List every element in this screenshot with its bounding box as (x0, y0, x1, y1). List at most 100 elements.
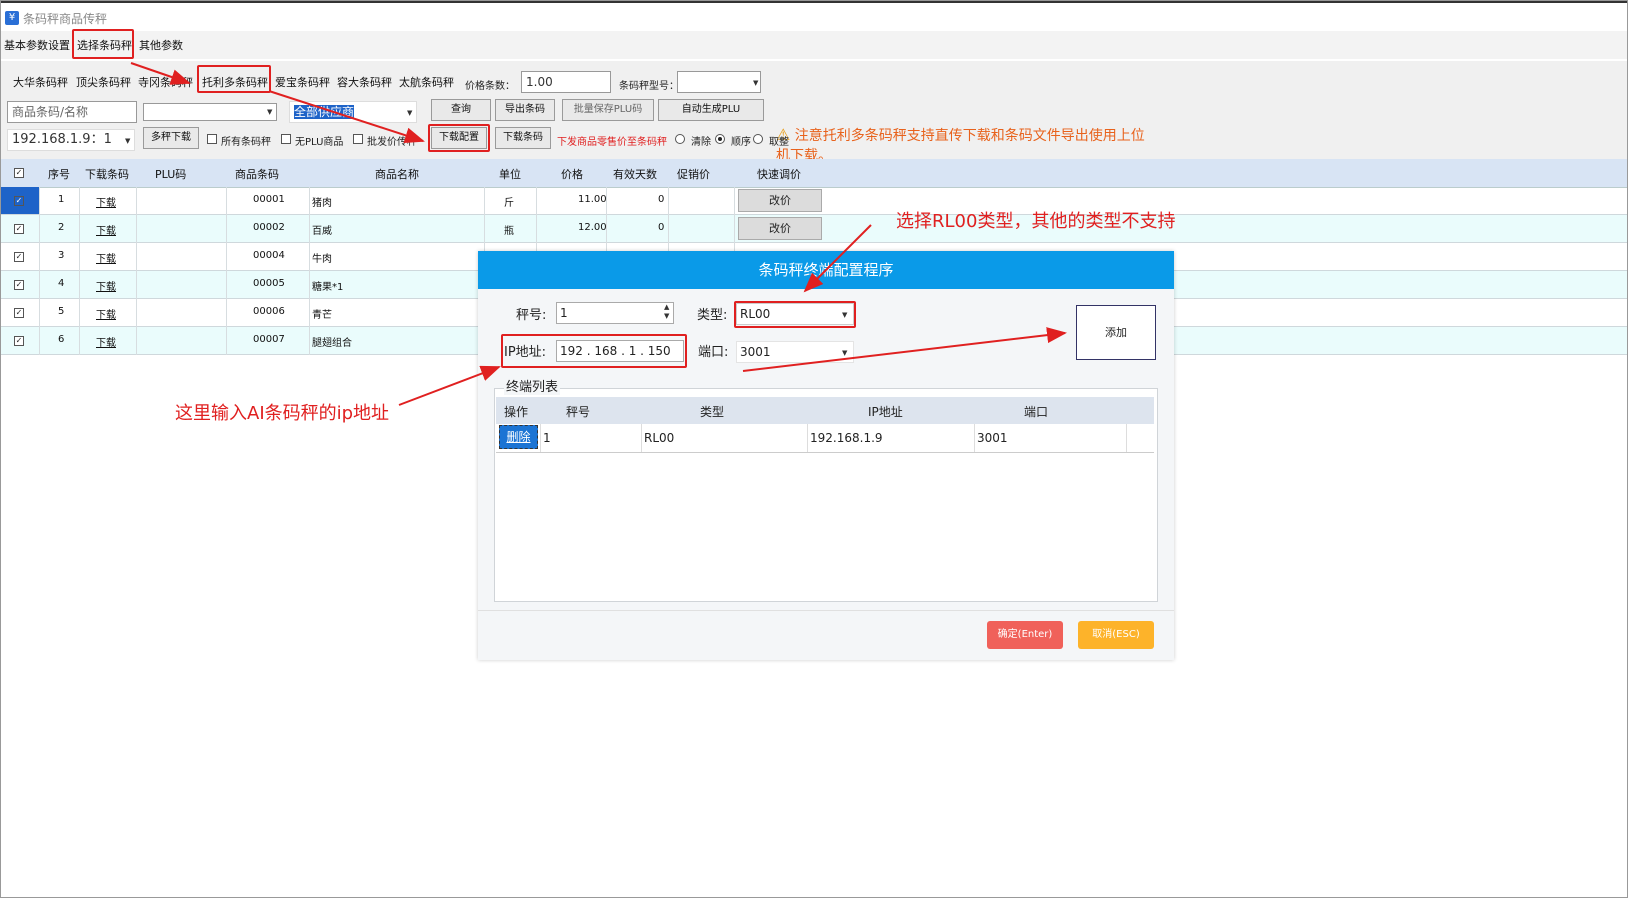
row-checkbox[interactable]: ✓ (14, 336, 24, 346)
tab-other-params[interactable]: 其他参数 (139, 37, 183, 53)
download-link[interactable]: 下载 (96, 334, 116, 349)
ip-hint-annotation: 这里输入AI条码秤的ip地址 (175, 403, 390, 424)
tab-dingjian-scale[interactable]: 顶尖条码秤 (76, 74, 131, 90)
stepper-down-icon[interactable]: ▼ (664, 312, 669, 320)
scale-no-input[interactable]: 1 (556, 302, 674, 324)
row-checkbox[interactable]: ✓ (14, 280, 24, 290)
price-digits-label: 价格条数： (465, 81, 515, 92)
col-type: 类型 (700, 405, 725, 419)
col-port: 端口 (1024, 405, 1049, 419)
query-button[interactable]: 查询 (431, 99, 491, 121)
download-link[interactable]: 下载 (96, 250, 116, 265)
grid-divider (136, 187, 137, 355)
download-link[interactable]: 下载 (96, 194, 116, 209)
row-no: 2 (58, 222, 65, 233)
tab-aibao-scale[interactable]: 爱宝条码秤 (275, 74, 330, 90)
type-hint-annotation: 选择RL00类型，其他的类型不支持 (896, 211, 1176, 232)
row-divider (641, 424, 642, 452)
row-barcode: 00004 (253, 250, 285, 261)
scale-no-label: 秤号: (516, 308, 547, 323)
highlight-type-select (734, 301, 856, 328)
price-digits-input[interactable]: 1.00 (521, 71, 611, 93)
title-bar: ¥ 条码秤商品传秤 (1, 1, 1627, 31)
order-radio[interactable] (715, 134, 725, 144)
wholesale-scale-checkbox[interactable] (353, 134, 363, 144)
row-checkbox[interactable]: ✓ (14, 224, 24, 234)
change-price-button[interactable]: 改价 (738, 189, 822, 212)
clear-label: 清除 (691, 137, 711, 148)
tab-basic-settings[interactable]: 基本参数设置 (4, 37, 70, 53)
scale-ip-select[interactable]: 192.168.1.9：1 (7, 129, 135, 151)
select-all-checkbox[interactable]: ✓ (14, 168, 24, 178)
supplier-select[interactable]: 全部供应商 (289, 101, 417, 123)
search-input[interactable]: 商品条码/名称 (7, 101, 137, 123)
terminal-row: 删除 1 RL00 192.168.1.9 3001 (496, 424, 1154, 453)
col-promo-price: 促销价 (677, 168, 710, 181)
ok-button[interactable]: 确定(Enter) (987, 621, 1063, 649)
row-barcode: 00001 (253, 194, 285, 205)
download-link[interactable]: 下载 (96, 222, 116, 237)
scale-model-label: 条码秤型号： (619, 81, 679, 92)
row-checkbox[interactable]: ✓ (14, 196, 24, 206)
port-select[interactable]: 3001 (736, 341, 854, 363)
order-label: 顺序 (731, 137, 751, 148)
tab-teraoka-scale[interactable]: 寺冈条码秤 (138, 74, 193, 90)
col-quick-price: 快速调价 (757, 168, 801, 181)
auto-generate-plu-button[interactable]: 自动生成PLU (658, 99, 764, 121)
row-name: 猪肉 (312, 198, 332, 209)
change-price-button[interactable]: 改价 (738, 217, 822, 240)
download-link[interactable]: 下载 (96, 278, 116, 293)
wholesale-scale-label: 批发价传秤 (367, 137, 417, 148)
delete-button[interactable]: 删除 (499, 425, 538, 449)
highlight-toledo-tab (197, 65, 271, 93)
round-label: 取整 (769, 137, 789, 148)
terminal-port: 3001 (977, 431, 1008, 445)
row-name: 牛肉 (312, 254, 332, 265)
cancel-button[interactable]: 取消(ESC) (1078, 621, 1154, 649)
category-select[interactable] (143, 103, 277, 121)
top-tab-bar: 基本参数设置 选择条码秤 其他参数 (1, 29, 1627, 59)
add-button[interactable]: 添加 (1076, 305, 1156, 360)
table-row[interactable]: ✓ 2 下载 00002 百威 瓶 12.00 0 改价 (1, 215, 1627, 243)
all-scales-checkbox[interactable] (207, 134, 217, 144)
table-row[interactable]: ✓ 1 下载 00001 猪肉 斤 11.00 0 改价 (1, 187, 1627, 215)
multi-download-button[interactable]: 多秤下载 (143, 127, 199, 149)
supplier-value: 全部供应商 (294, 105, 355, 119)
row-valid-days: 0 (658, 194, 665, 205)
row-checkbox[interactable]: ✓ (14, 252, 24, 262)
col-operation: 操作 (504, 405, 529, 419)
col-plu: PLU码 (155, 168, 187, 181)
clear-radio[interactable] (675, 134, 685, 144)
dialog-footer: 确定(Enter) 取消(ESC) (478, 610, 1174, 661)
highlight-ip-input (501, 334, 687, 368)
row-checkbox[interactable]: ✓ (14, 308, 24, 318)
tab-taihang-scale[interactable]: 太航条码秤 (399, 74, 454, 90)
dialog-title: 条码秤终端配置程序 (478, 251, 1174, 289)
app-icon: ¥ (5, 11, 19, 25)
col-unit: 单位 (499, 168, 521, 181)
scale-model-select[interactable] (677, 71, 761, 93)
row-no: 1 (58, 194, 65, 205)
stepper-up-icon[interactable]: ▲ (664, 303, 669, 311)
tab-rongda-scale[interactable]: 容大条码秤 (337, 74, 392, 90)
row-barcode: 00007 (253, 334, 285, 345)
col-scale-no: 秤号 (566, 405, 591, 419)
all-scales-label: 所有条码秤 (221, 137, 271, 148)
round-radio[interactable] (753, 134, 763, 144)
export-barcode-button[interactable]: 导出条码 (495, 99, 555, 121)
row-no: 6 (58, 334, 65, 345)
no-plu-checkbox[interactable] (281, 134, 291, 144)
download-link[interactable]: 下载 (96, 306, 116, 321)
terminal-ip: 192.168.1.9 (810, 431, 883, 445)
terminal-list-title: 终端列表 (504, 376, 561, 395)
grid-header: ✓ 序号 下载条码 PLU码 商品条码 商品名称 单位 价格 有效天数 促销价 … (1, 159, 1627, 188)
row-valid-days: 0 (658, 222, 665, 233)
batch-save-plu-button[interactable]: 批量保存PLU码 (562, 99, 654, 121)
chevron-down-icon: ▼ (753, 79, 759, 87)
download-barcode-button[interactable]: 下载条码 (495, 127, 551, 149)
terminal-scale-no: 1 (543, 431, 551, 445)
chevron-down-icon: ▼ (842, 349, 848, 357)
tab-dahua-scale[interactable]: 大华条码秤 (13, 74, 68, 90)
grid-divider (79, 187, 80, 355)
row-no: 4 (58, 278, 65, 289)
